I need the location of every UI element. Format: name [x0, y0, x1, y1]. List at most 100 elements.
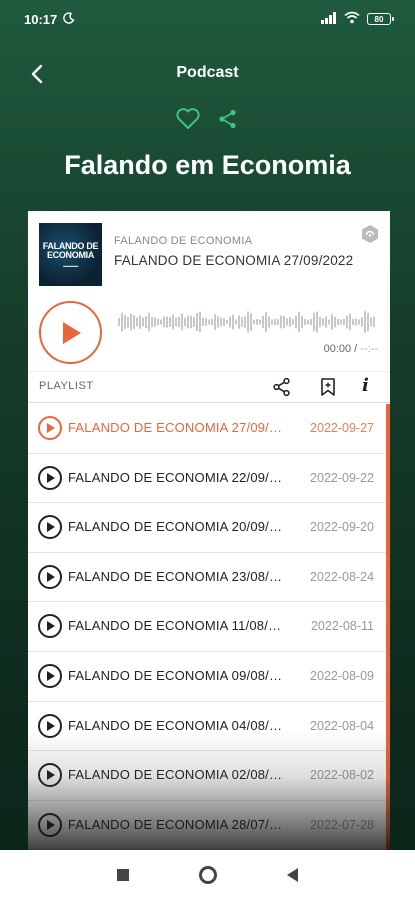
waveform-bar [346, 315, 348, 329]
waveform-bar [181, 313, 183, 331]
recents-icon[interactable] [117, 869, 129, 881]
waveform-bar [130, 313, 132, 331]
playlist-item[interactable]: FALANDO DE ECONOMIA 27/09/2022 2022-09-27 [28, 404, 390, 454]
playlist-item[interactable]: FALANDO DE ECONOMIA 28/07/2022 2022-07-28 [28, 801, 390, 851]
waveform-bar [337, 318, 339, 326]
episode-title: FALANDO DE ECONOMIA 23/08/2022 [68, 568, 283, 584]
playlist-item[interactable]: FALANDO DE ECONOMIA 04/08/2022 2022-08-04 [28, 702, 390, 752]
duration: --:-- [360, 343, 378, 355]
waveform-bar [163, 316, 165, 328]
waveform-bar [238, 315, 240, 329]
waveform-bar [349, 313, 351, 331]
play-circle-icon[interactable] [38, 564, 62, 589]
waveform-bar [253, 319, 255, 325]
waveform-bar [217, 316, 219, 328]
episode-date: 2022-08-24 [310, 569, 374, 584]
waveform-bar [145, 315, 147, 329]
cover-line2: ECONOMIA [46, 249, 95, 260]
waveform-bar [322, 318, 324, 326]
waveform-bar [142, 317, 144, 327]
waveform-bar [247, 311, 249, 333]
bookmark-icon[interactable] [319, 377, 337, 397]
waveform-bar [244, 316, 246, 328]
episode-title: FALANDO DE ECONOMIA 20/09/2022 [68, 519, 283, 535]
episode-title: FALANDO DE ECONOMIA 09/08/2022 [68, 667, 283, 683]
share-icon[interactable] [214, 105, 242, 133]
playlist-item[interactable]: FALANDO DE ECONOMIA 22/09/2022 2022-09-22 [28, 454, 390, 504]
play-circle-icon[interactable] [38, 515, 62, 540]
system-navigation-bar [0, 850, 415, 900]
waveform-bar [232, 314, 234, 330]
waveform-bar [325, 316, 327, 328]
episode-date: 2022-07-28 [310, 817, 374, 832]
show-name: FALANDO DE ECONOMIA [114, 235, 253, 247]
episode-title: FALANDO DE ECONOMIA 11/08/2022 [68, 618, 283, 634]
info-icon[interactable]: i [362, 375, 369, 396]
waveform-bar [316, 311, 318, 333]
playlist-item[interactable]: FALANDO DE ECONOMIA 02/08/2022 2022-08-02 [28, 751, 390, 801]
play-circle-icon[interactable] [38, 763, 62, 788]
waveform-bar [127, 316, 129, 328]
waveform-bar [205, 318, 207, 326]
cover-decoration: ▬▬▬▬ [63, 262, 78, 268]
back-triangle-icon[interactable] [287, 868, 298, 882]
header: Podcast [0, 55, 415, 93]
waveform-bar [133, 315, 135, 329]
waveform-bar [214, 314, 216, 330]
waveform-bar [220, 317, 222, 327]
scrollbar[interactable] [386, 404, 390, 861]
waveform-bar [190, 315, 192, 329]
waveform-bar [139, 315, 141, 329]
waveform-bar [121, 312, 123, 332]
playlist-label: PLAYLIST [39, 380, 94, 392]
episode-title: FALANDO DE ECONOMIA 28/07/2022 [68, 816, 283, 832]
waveform-bar [340, 319, 342, 325]
waveform-bar [154, 317, 156, 327]
waveform-bar [259, 319, 261, 325]
waveform-bar [196, 313, 198, 331]
status-right: 80 [321, 11, 394, 27]
waveform-bar [343, 318, 345, 326]
waveform-bar [148, 312, 150, 332]
episode-date: 2022-09-27 [310, 421, 374, 435]
waveform-bar [241, 317, 243, 327]
episode-title: FALANDO DE ECONOMIA 27/09/2022 [68, 420, 283, 435]
play-circle-icon[interactable] [38, 663, 62, 688]
play-circle-icon[interactable] [38, 416, 62, 440]
waveform[interactable] [118, 306, 378, 338]
play-circle-icon[interactable] [38, 812, 62, 837]
episode-date: 2022-09-22 [310, 470, 374, 485]
play-circle-icon[interactable] [38, 614, 62, 639]
heart-icon[interactable] [174, 105, 202, 133]
battery-level: 80 [374, 14, 384, 24]
waveform-bar [211, 318, 213, 326]
playlist-item[interactable]: FALANDO DE ECONOMIA 11/08/2022 2022-08-11 [28, 602, 390, 652]
waveform-bar [364, 311, 366, 333]
waveform-bar [313, 312, 315, 332]
waveform-bar [223, 318, 225, 326]
episode-title: FALANDO DE ECONOMIA 22/09/2022 [68, 469, 283, 485]
play-circle-icon[interactable] [38, 465, 62, 490]
playlist-item[interactable]: FALANDO DE ECONOMIA 20/09/2022 2022-09-20 [28, 503, 390, 553]
status-left: 10:17 [24, 12, 75, 27]
waveform-bar [319, 316, 321, 328]
play-button[interactable] [39, 301, 102, 364]
play-circle-icon[interactable] [38, 713, 62, 738]
episode-title: FALANDO DE ECONOMIA 04/08/2022 [68, 717, 283, 733]
home-icon[interactable] [199, 866, 217, 884]
waveform-bar [208, 319, 210, 325]
signal-icon [321, 11, 337, 27]
waveform-bar [136, 317, 138, 327]
playlist: FALANDO DE ECONOMIA 27/09/2022 2022-09-27… [28, 404, 390, 851]
playlist-item[interactable]: FALANDO DE ECONOMIA 09/08/2022 2022-08-09 [28, 652, 390, 702]
podcast-cover: FALANDO DE ECONOMIA ▬▬▬▬ [39, 223, 102, 286]
waveform-bar [289, 317, 291, 327]
share-icon[interactable] [272, 377, 292, 397]
waveform-bar [199, 311, 201, 333]
status-bar: 10:17 80 [0, 0, 415, 38]
waveform-bar [367, 312, 369, 332]
waveform-bar [175, 317, 177, 327]
playlist-item[interactable]: FALANDO DE ECONOMIA 23/08/2022 2022-08-24 [28, 553, 390, 603]
play-icon [62, 321, 81, 344]
waveform-bar [295, 315, 297, 329]
